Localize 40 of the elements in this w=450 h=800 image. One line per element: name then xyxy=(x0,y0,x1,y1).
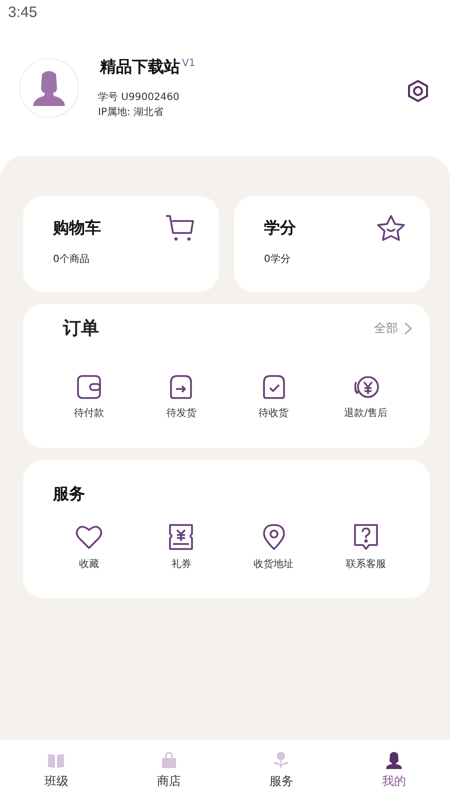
service-label: 联系客服 xyxy=(346,558,386,571)
card-subtitle: 0个商品 xyxy=(53,252,90,266)
student-id: 学号 U99002460 xyxy=(98,90,180,104)
service-label: 礼券 xyxy=(171,558,192,571)
avatar[interactable] xyxy=(19,58,79,118)
card-title: 学分 xyxy=(264,218,296,239)
person-icon xyxy=(384,750,403,768)
section-title: 订单 xyxy=(63,317,100,340)
summary-card[interactable]: 学分 0学分 xyxy=(234,196,430,292)
summary-card[interactable]: 购物车 0个商品 xyxy=(23,196,219,292)
yen-refund-icon[interactable] xyxy=(352,374,379,400)
order-status-label: 待发货 xyxy=(166,406,196,420)
level-label: V1 xyxy=(182,58,196,68)
status-time: 3:45 xyxy=(8,4,38,21)
order-status-label: 退款/售后 xyxy=(344,406,388,420)
bag-icon xyxy=(160,750,178,768)
star-icon xyxy=(376,214,406,242)
card-title: 购物车 xyxy=(53,218,101,239)
order-status-label: 待付款 xyxy=(74,406,104,420)
user-name: 精品下载站 xyxy=(100,56,180,78)
card-subtitle: 0学分 xyxy=(264,253,292,266)
question-chat-icon[interactable] xyxy=(352,523,380,551)
tab-item[interactable]: 商店 xyxy=(112,740,225,800)
service-label: 收藏 xyxy=(79,558,100,571)
flower-icon xyxy=(272,750,290,768)
settings-icon[interactable] xyxy=(408,80,428,102)
tab-item[interactable]: 我的 xyxy=(338,740,450,800)
tab-item[interactable]: 服务 xyxy=(225,740,338,800)
yen-ticket-icon[interactable] xyxy=(167,523,196,551)
box-check-icon[interactable] xyxy=(260,374,287,400)
ip-location: IP属地: 湖北省 xyxy=(98,106,165,120)
wallet-icon[interactable] xyxy=(76,374,102,400)
tab-item[interactable]: 班级 xyxy=(0,740,112,800)
box-arrow-icon[interactable] xyxy=(168,374,194,400)
service-label: 收货地址 xyxy=(254,558,294,571)
section-title: 服务 xyxy=(53,484,85,503)
cart-icon xyxy=(165,214,195,242)
order-status-label: 待收货 xyxy=(258,406,289,420)
heart-icon[interactable] xyxy=(75,523,104,551)
view-all-link[interactable]: 全部 xyxy=(374,320,398,336)
